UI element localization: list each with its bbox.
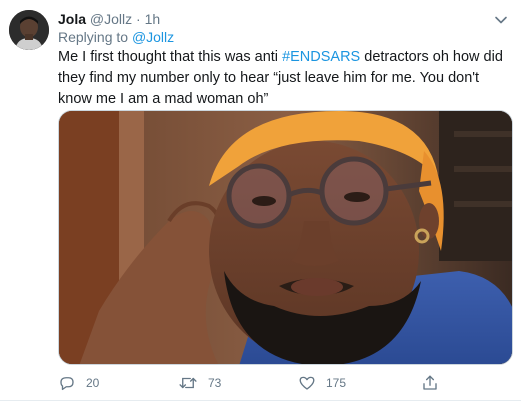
tweet-actions: 20 73 175	[58, 372, 478, 394]
tweet-text-part-1: Me I first thought that this was anti	[58, 49, 283, 65]
like-count: 175	[326, 376, 347, 390]
hashtag-link[interactable]: #ENDSARS	[282, 49, 360, 65]
tweet-photo[interactable]	[58, 110, 513, 365]
chevron-down-icon[interactable]	[493, 12, 509, 28]
like-button[interactable]: 175	[298, 372, 346, 394]
replying-to-label: Replying to	[58, 29, 129, 45]
user-handle[interactable]: @Jollz	[90, 11, 132, 27]
photo-illustration	[59, 111, 512, 364]
share-icon	[423, 375, 437, 390]
share-button[interactable]	[421, 372, 439, 394]
tweet[interactable]: Jola @Jollz · 1h Replying to @Jollz Me I…	[0, 0, 521, 401]
header-separator: ·	[136, 11, 141, 27]
avatar-image	[9, 10, 49, 50]
tweet-timestamp[interactable]: 1h	[145, 11, 161, 27]
display-name[interactable]: Jola	[58, 11, 86, 27]
retweet-button[interactable]: 73	[178, 372, 221, 394]
reply-button[interactable]: 20	[58, 372, 99, 394]
retweet-count: 73	[208, 376, 222, 390]
tweet-header: Jola @Jollz · 1h	[58, 9, 481, 29]
reply-count: 20	[86, 376, 100, 390]
heart-icon	[299, 376, 315, 390]
reply-icon	[60, 377, 74, 391]
tweet-text: Me I first thought that this was anti #E…	[58, 47, 513, 110]
replying-to-mention[interactable]: @Jollz	[132, 29, 174, 45]
retweet-icon	[179, 377, 197, 389]
avatar[interactable]	[9, 10, 49, 50]
replying-to-line: Replying to @Jollz	[58, 28, 174, 46]
